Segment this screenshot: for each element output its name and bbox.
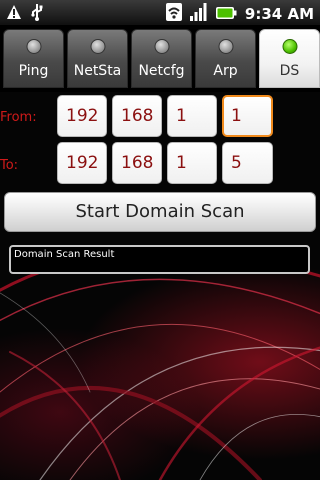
to-octet-3-field[interactable]: 1 [167, 142, 217, 184]
warning-icon [6, 4, 22, 24]
tab-netstat[interactable]: NetSta [67, 29, 128, 88]
tab-indicator-icon [26, 39, 41, 54]
from-octet-1-field[interactable]: 192 [57, 95, 107, 137]
tab-label: Netcfg [138, 63, 185, 79]
tab-label: DS [279, 63, 300, 79]
domain-scan-result-field[interactable]: Domain Scan Result [9, 245, 310, 274]
tab-netcfg[interactable]: Netcfg [131, 29, 192, 88]
from-label: From: [0, 110, 37, 125]
tab-indicator-icon [154, 39, 169, 54]
status-bar: 9:34 AM [0, 0, 320, 25]
to-label: To: [0, 158, 19, 173]
from-octet-2-field[interactable]: 168 [112, 95, 162, 137]
to-octet-4-field[interactable]: 5 [222, 142, 273, 184]
tab-indicator-icon [282, 39, 297, 54]
clock: 9:34 AM [244, 5, 314, 23]
usb-icon [30, 3, 44, 25]
tab-label: Arp [213, 63, 238, 79]
battery-icon [215, 5, 237, 24]
wifi-icon [165, 2, 183, 26]
tab-ds[interactable]: DS [259, 29, 320, 88]
tab-ping[interactable]: Ping [3, 29, 64, 88]
signal-icon [189, 2, 209, 26]
tab-bar: Ping NetSta Netcfg Arp DS [0, 25, 320, 92]
tab-label: Ping [18, 63, 49, 79]
to-octet-2-field[interactable]: 168 [112, 142, 162, 184]
tab-label: NetSta [73, 63, 122, 79]
to-octet-1-field[interactable]: 192 [57, 142, 107, 184]
from-octet-3-field[interactable]: 1 [167, 95, 217, 137]
start-domain-scan-button[interactable]: Start Domain Scan [4, 192, 316, 232]
tab-indicator-icon [218, 39, 233, 54]
tab-indicator-icon [90, 39, 105, 54]
tab-arp[interactable]: Arp [195, 29, 256, 88]
domain-scan-panel: From: 192 168 1 1 To: 192 168 1 5 Start … [0, 92, 320, 480]
from-octet-4-field[interactable]: 1 [222, 95, 273, 137]
